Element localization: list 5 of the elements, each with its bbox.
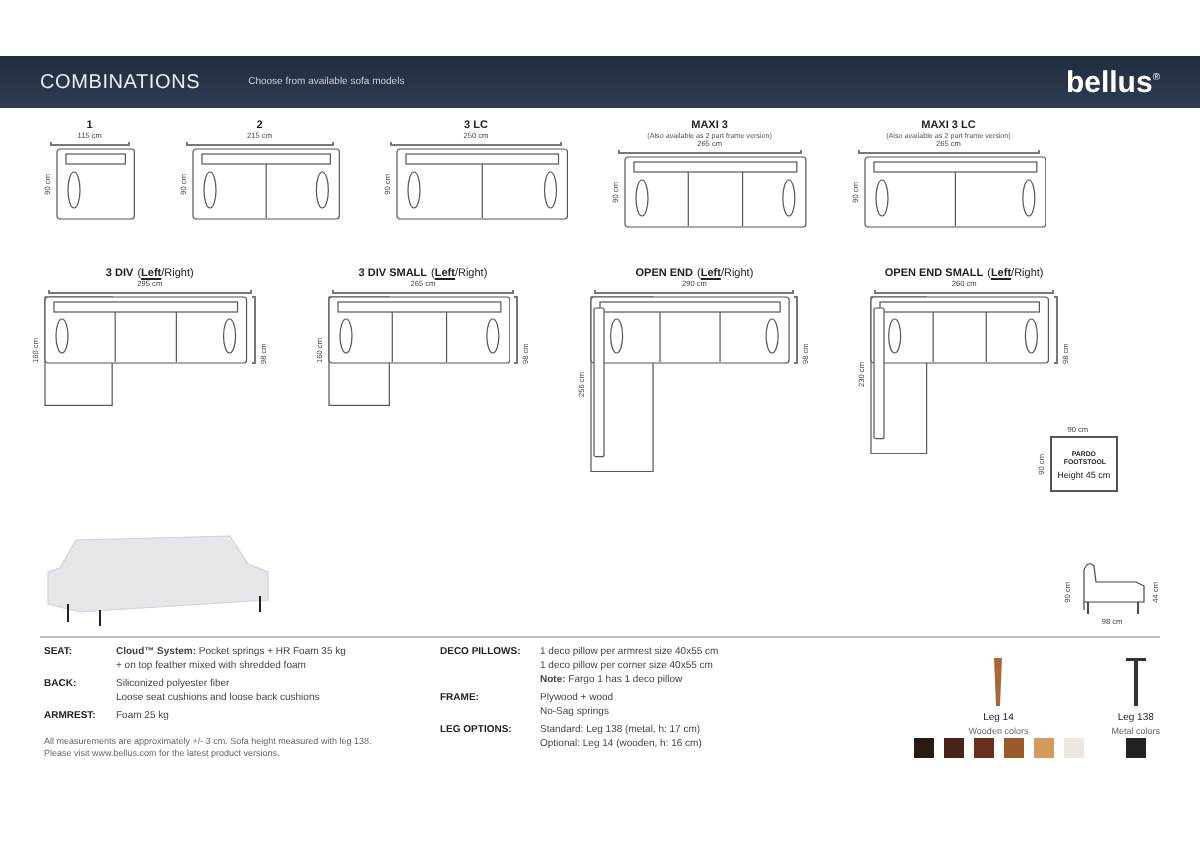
- metal-leg-icon: [1123, 654, 1148, 710]
- sofa-plan-drawing: [56, 148, 136, 220]
- brand-logo: bellus$^{®}$: [1065, 65, 1160, 99]
- page-title: COMBINATIONS: [40, 71, 201, 93]
- dimension-line: [50, 142, 130, 146]
